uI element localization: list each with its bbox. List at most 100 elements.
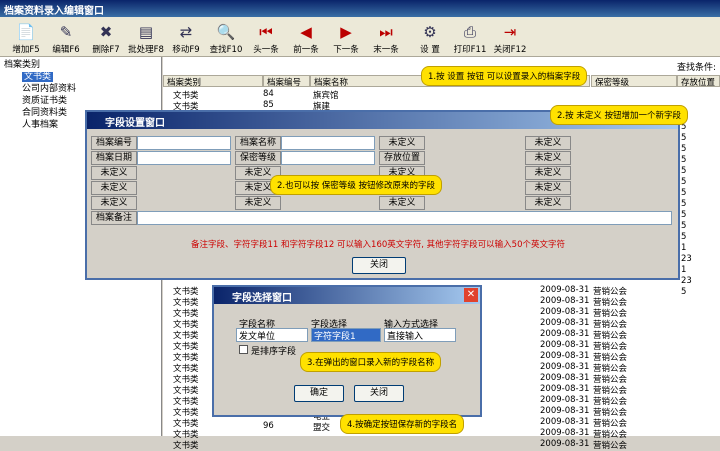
exit-icon: ⇥ (503, 23, 517, 41)
field-button[interactable]: 保密等级 (235, 151, 281, 165)
grid-cell: 5 (681, 232, 687, 242)
grid-cell: 5 (681, 177, 687, 187)
grid-cell: 5 (681, 287, 687, 297)
toolbar-button-8[interactable]: ▶ 下一条 (326, 17, 366, 57)
delete-icon: ✖ (99, 23, 113, 41)
grid-header: 档案类别 (163, 75, 263, 88)
toolbar-button-9[interactable]: ⏭ 末一条 (366, 17, 406, 57)
field-button[interactable]: 未定义 (379, 136, 425, 150)
grid-cell: 23 (681, 276, 692, 286)
tree-item-label: 人事档案 (22, 120, 59, 130)
grid-header: 档案编号 (263, 75, 310, 88)
grid-cell: 84 (263, 89, 274, 99)
grid-cell: 2009-08-31 (540, 417, 590, 427)
grid-cell: 85 (263, 100, 274, 110)
toolbar-button-11[interactable]: ⎙ 打印F11 (450, 17, 490, 57)
toolbar-label: 设 置 (420, 45, 440, 55)
field-select-dropdown[interactable]: 字符字段1 (311, 328, 381, 342)
toolbar-button-4[interactable]: ⇄ 移动F9 (166, 17, 206, 57)
grid-cell: 1 (681, 265, 687, 275)
batch-icon: ▤ (138, 23, 154, 41)
toolbar-button-12[interactable]: ⇥ 关闭F12 (490, 17, 530, 57)
memo-input[interactable] (137, 211, 672, 225)
tree-item[interactable]: 文书类 (0, 71, 161, 83)
grid-cell: 2009-08-31 (540, 373, 590, 383)
undefined-field-button[interactable]: 未定义 (525, 166, 571, 180)
window-title: 档案资料录入编辑窗口 (0, 0, 720, 17)
tip-3: 2.也可以按 保密等级 按钮修改原来的字段 (270, 175, 443, 195)
undefined-field-button[interactable]: 未定义 (235, 196, 281, 210)
grid-cell: 96 (263, 421, 274, 431)
grid-cell: 2009-08-31 (540, 428, 590, 438)
ok-button[interactable]: 确定 (294, 385, 344, 402)
toolbar-label: 编辑F6 (52, 45, 80, 55)
grid-cell: 5 (681, 221, 687, 231)
field-button[interactable]: 未定义 (525, 151, 571, 165)
undefined-field-button[interactable]: 未定义 (91, 196, 137, 210)
undefined-field-button[interactable]: 未定义 (525, 181, 571, 195)
toolbar-label: 关闭F12 (493, 45, 527, 55)
toolbar-label: 打印F11 (453, 45, 487, 55)
settings-icon: ⚙ (423, 23, 437, 41)
grid-header: 保密等级 (591, 75, 677, 88)
field-input[interactable] (137, 136, 231, 150)
grid-cell: 23 (681, 254, 692, 264)
undefined-field-button[interactable]: 未定义 (525, 196, 571, 210)
add-icon: 📄 (16, 23, 36, 41)
select-close-button[interactable]: 关闭 (354, 385, 404, 402)
grid-cell: 2009-08-31 (540, 362, 590, 372)
grid-cell: 2009-08-31 (540, 340, 590, 350)
toolbar-button-0[interactable]: 📄 增加F5 (6, 17, 46, 57)
toolbar-button-6[interactable]: ⏮ 头一条 (246, 17, 286, 57)
field-button[interactable]: 未定义 (525, 136, 571, 150)
undefined-field-button[interactable]: 未定义 (379, 196, 425, 210)
toolbar-button-1[interactable]: ✎ 编辑F6 (46, 17, 86, 57)
field-button: 档案编号 (91, 136, 137, 150)
print-icon: ⎙ (463, 23, 476, 41)
search-icon: 🔍 (216, 23, 236, 41)
tip-2: 2.按 未定义 按钮增加一个新字段 (550, 105, 689, 125)
toolbar-label: 删除F7 (92, 45, 120, 55)
toolbar-label: 增加F5 (12, 45, 40, 55)
tree-item[interactable]: 公司内部资料 (0, 83, 161, 95)
grid-cell: 盟交 (313, 423, 331, 433)
move-icon: ⇄ (179, 23, 193, 41)
tree-item-label: 文书类 (22, 72, 54, 82)
toolbar-button-5[interactable]: 🔍 查找F10 (206, 17, 246, 57)
field-name-input[interactable]: 发文单位 (236, 328, 308, 342)
toolbar-label: 查找F10 (209, 45, 243, 55)
toolbar-label: 前一条 (293, 45, 319, 55)
toolbar-button-2[interactable]: ✖ 删除F7 (86, 17, 126, 57)
toolbar-label: 头一条 (253, 45, 279, 55)
sort-checkbox[interactable] (239, 345, 248, 354)
input-mode-dropdown[interactable]: 直接输入 (384, 328, 456, 342)
grid-cell: 2009-08-31 (540, 406, 590, 416)
field-settings-dialog: 字段设置窗口 档案编号 档案名称 未定义 未定义 档案日期 保密等级 存放位置 未定义 未定义未… (85, 110, 680, 280)
field-input[interactable] (281, 151, 375, 165)
field-button: 档案名称 (235, 136, 281, 150)
toolbar-button-7[interactable]: ◀ 前一条 (286, 17, 326, 57)
undefined-field-button[interactable]: 未定义 (91, 166, 137, 180)
grid-cell: 1 (681, 243, 687, 253)
tip-1: 1.按 设置 按钮 可以设置录入的档案字段 (421, 66, 588, 86)
field-close-button[interactable]: 关闭 (352, 257, 406, 274)
memo-label: 档案备注 (91, 211, 137, 225)
close-icon[interactable]: ✕ (464, 288, 478, 302)
next-icon: ▶ (340, 23, 352, 41)
undefined-field-button[interactable]: 未定义 (91, 181, 137, 195)
toolbar-button-3[interactable]: ▤ 批处理F8 (126, 17, 166, 57)
note-text: 备注字段、字符字段11 和字符字段12 可以输入160英文字符, 其他字符字段可… (191, 240, 565, 250)
field-select-dialog: 字段选择窗口 ✕ 字段名称 字段选择 输入方式选择 发文单位 字符字段1 直接输… (212, 285, 482, 417)
field-input[interactable] (137, 151, 231, 165)
grid-cell: 2009-08-31 (540, 285, 590, 295)
toolbar-button-10[interactable]: ⚙ 设 置 (410, 17, 450, 57)
field-input[interactable] (281, 136, 375, 150)
field-button[interactable]: 存放位置 (379, 151, 425, 165)
grid-header: 存放位置 (677, 75, 720, 88)
grid-cell: 文书类 (173, 441, 199, 451)
last-icon: ⏭ (379, 23, 393, 41)
tip-4: 3.在弹出的窗口录入新的字段名称 (300, 352, 442, 372)
tree-item[interactable]: 资质证书类 (0, 95, 161, 107)
grid-cell: 2009-08-31 (540, 384, 590, 394)
grid-cell: 5 (681, 133, 687, 143)
